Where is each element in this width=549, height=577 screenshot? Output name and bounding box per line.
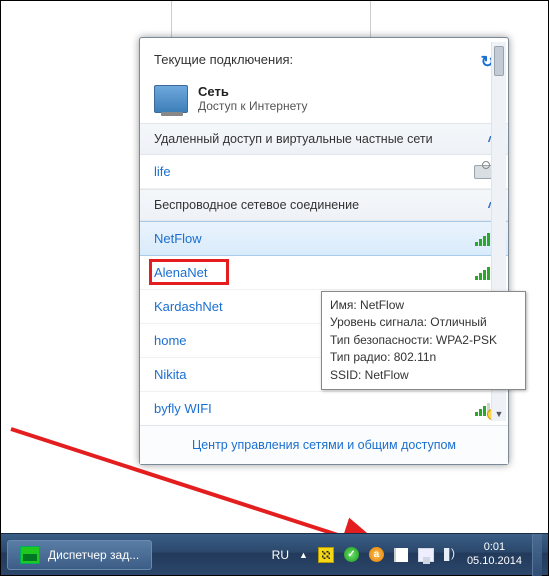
scroll-down-icon[interactable]: ▼ [492,406,506,421]
volume-icon[interactable] [444,548,457,561]
tooltip-line: Тип радио: 802.11n [330,349,517,366]
section-dialup-label: Удаленный доступ и виртуальные частные с… [154,132,433,146]
dialup-item-label: life [154,164,171,179]
network-center-link[interactable]: Центр управления сетями и общим доступом [140,425,508,464]
wifi-item-label: KardashNet [154,299,223,314]
taskbar: Диспетчер зад... RU ▲ ✓ a 0:01 05.10.201… [1,533,548,575]
current-connection: Сеть Доступ к Интернету [140,82,508,123]
clock-date: 05.10.2014 [467,555,522,568]
tray-icon[interactable]: a [369,547,384,562]
section-dialup[interactable]: Удаленный доступ и виртуальные частные с… [140,123,508,155]
taskbar-app-label: Диспетчер зад... [48,548,139,562]
tooltip-line: Уровень сигнала: Отличный [330,314,517,331]
tooltip-line: SSID: NetFlow [330,367,517,384]
action-center-icon[interactable] [394,548,408,562]
tooltip-line: Имя: NetFlow [330,297,517,314]
wifi-tooltip: Имя: NetFlow Уровень сигнала: Отличный Т… [321,291,526,390]
tray-icon[interactable] [318,547,334,563]
taskbar-app-button[interactable]: Диспетчер зад... [7,540,152,570]
annotation-highlight [149,259,229,285]
wifi-item-label: Nikita [154,367,187,382]
wifi-item-label: home [154,333,187,348]
task-manager-icon [20,546,40,564]
network-flyout: Текущие подключения: ↻ Сеть Доступ к Инт… [139,37,509,465]
current-network-access: Доступ к Интернету [198,99,307,113]
computer-icon [154,85,188,113]
tray-overflow-icon[interactable]: ▲ [299,550,308,560]
wifi-item-label: byfly WIFI [154,401,212,416]
clock-time: 0:01 [467,541,522,554]
flyout-title: Текущие подключения: [154,52,293,67]
taskbar-clock[interactable]: 0:01 05.10.2014 [467,541,522,567]
wifi-item-label: NetFlow [154,231,202,246]
wifi-item-netflow[interactable]: NetFlow [140,221,508,256]
section-wireless-label: Беспроводное сетевое соединение [154,198,359,212]
tray-icon[interactable]: ✓ [344,547,359,562]
tooltip-line: Тип безопасности: WPA2-PSK [330,332,517,349]
show-desktop-button[interactable] [532,534,542,576]
wifi-item-byfly[interactable]: byfly WIFI ! [140,392,508,425]
network-tray-icon[interactable] [418,548,434,562]
current-network-name: Сеть [198,84,307,99]
scroll-thumb[interactable] [494,46,504,76]
section-wireless[interactable]: Беспроводное сетевое соединение ᴧ [140,189,508,221]
language-indicator[interactable]: RU [272,548,289,562]
system-tray: RU ▲ ✓ a 0:01 05.10.2014 [272,534,548,576]
dialup-item-life[interactable]: life [140,155,508,189]
